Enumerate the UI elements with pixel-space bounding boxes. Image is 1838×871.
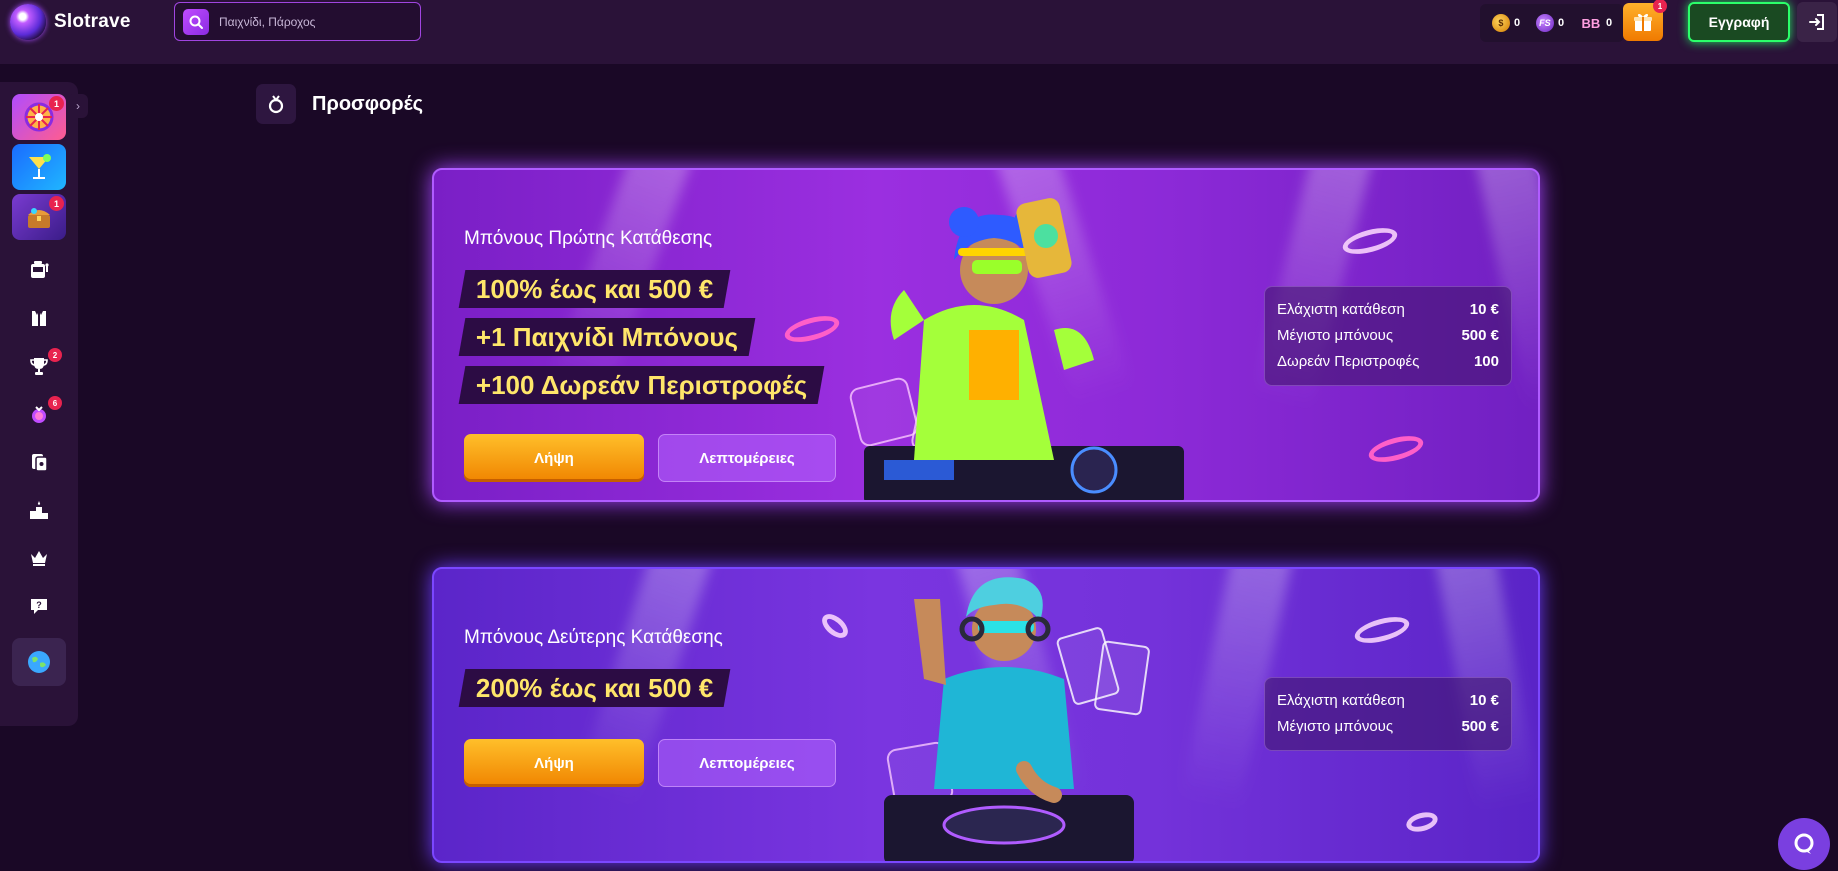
promo-offer-line: +100 Δωρεάν Περιστροφές	[458, 366, 825, 404]
details-button[interactable]: Λεπτομέρειες	[658, 739, 836, 787]
logo-icon	[10, 4, 46, 40]
gift-button[interactable]: 1	[1623, 0, 1667, 41]
bonus-buy-balance[interactable]: BB 0	[1580, 14, 1613, 32]
sidebar-tile-wheel[interactable]: 1	[12, 94, 66, 140]
gift-icon	[1634, 13, 1652, 31]
tournaments-badge: 2	[48, 348, 62, 362]
language-selector[interactable]	[12, 638, 66, 686]
bonuses-badge: 6	[48, 396, 62, 410]
casino-chip-decoration	[1404, 809, 1440, 835]
info-row: Μέγιστο μπόνους 500 €	[1277, 323, 1499, 349]
sidebar-item-support[interactable]: ?	[12, 584, 66, 628]
sidebar-tile-cocktail[interactable]	[12, 144, 66, 190]
sidebar-collapse-button[interactable]: ›	[68, 94, 88, 118]
details-button[interactable]: Λεπτομέρειες	[658, 434, 836, 482]
gold-coin-icon: $	[1491, 14, 1510, 32]
sidebar-item-vip[interactable]	[12, 536, 66, 580]
gold-balance-value: 0	[1513, 17, 1521, 29]
casino-chip-decoration	[782, 311, 842, 347]
bonus-bag-icon	[32, 406, 46, 423]
info-label: Ελάχιστη κατάθεση	[1277, 692, 1405, 709]
promotions-icon	[256, 84, 296, 124]
info-row: Δωρεάν Περιστροφές 100	[1277, 349, 1499, 375]
promo-card-first-deposit: Μπόνους Πρώτης Κατάθεσης 100% έως και 50…	[432, 168, 1540, 502]
promo-info-box: Ελάχιστη κατάθεση 10 € Μέγιστο μπόνους 5…	[1264, 677, 1512, 751]
chest-badge: 1	[49, 196, 64, 211]
sidebar-item-leaderboard[interactable]	[12, 488, 66, 532]
gold-balance[interactable]: $ 0	[1491, 14, 1521, 32]
slot-machine-icon	[31, 261, 49, 278]
crown-icon	[31, 551, 47, 566]
podium-icon	[30, 501, 48, 519]
claim-button[interactable]: Λήψη	[464, 434, 644, 482]
casino-chip-decoration	[1366, 431, 1426, 467]
info-value: 10 €	[1469, 301, 1499, 318]
svg-text:?: ?	[36, 600, 42, 610]
info-value: 500 €	[1461, 327, 1499, 344]
promo-title: Μπόνους Δεύτερης Κατάθεσης	[464, 627, 723, 648]
cards-icon	[32, 454, 48, 472]
support-chat-icon: ?	[31, 599, 47, 614]
info-row: Μέγιστο μπόνους 500 €	[1277, 714, 1499, 740]
promo-offer-line: 100% έως και 500 €	[458, 270, 731, 308]
free-spins-coin-icon: FS	[1535, 14, 1554, 32]
casino-chip-decoration	[817, 609, 853, 643]
wheel-badge: 1	[49, 96, 64, 111]
top-bar: Slotrave $ 0 FS 0 BB 0 1 Εγγραφή	[0, 0, 1838, 64]
info-row: Ελάχιστη κατάθεση 10 €	[1277, 688, 1499, 714]
login-button[interactable]	[1797, 2, 1837, 42]
search-input[interactable]	[219, 14, 409, 29]
info-value: 500 €	[1461, 718, 1499, 735]
search-icon	[183, 8, 209, 35]
dj-girl-illustration	[864, 198, 1184, 500]
logo[interactable]: Slotrave	[10, 4, 131, 40]
login-icon	[1809, 14, 1824, 30]
gift-badge: 1	[1653, 0, 1667, 13]
sidebar-item-live-casino[interactable]	[12, 440, 66, 484]
bonus-buy-icon: BB	[1581, 15, 1601, 31]
card-suits-icon	[32, 311, 46, 326]
dj-man-illustration	[884, 577, 1134, 861]
info-row: Ελάχιστη κατάθεση 10 €	[1277, 297, 1499, 323]
register-button[interactable]: Εγγραφή	[1688, 2, 1790, 42]
sidebar-tile-chest[interactable]: 1	[12, 194, 66, 240]
info-value: 100	[1473, 353, 1499, 370]
sidebar: 1 1 2 6 ?	[0, 82, 78, 726]
promo-info-box: Ελάχιστη κατάθεση 10 € Μέγιστο μπόνους 5…	[1264, 286, 1512, 386]
info-label: Μέγιστο μπόνους	[1277, 718, 1394, 735]
info-label: Ελάχιστη κατάθεση	[1277, 301, 1405, 318]
info-label: Μέγιστο μπόνους	[1277, 327, 1394, 344]
promo-offer-text: +100 Δωρεάν Περιστροφές	[476, 369, 808, 400]
promo-card-second-deposit: Μπόνους Δεύτερης Κατάθεσης 200% έως και …	[432, 567, 1540, 863]
free-spins-balance[interactable]: FS 0	[1535, 14, 1565, 32]
balances-panel[interactable]: $ 0 FS 0 BB 0	[1480, 4, 1624, 42]
brand-name: Slotrave	[54, 11, 131, 32]
casino-chip-decoration	[1352, 612, 1412, 648]
cocktail-icon	[29, 154, 51, 179]
globe-icon	[28, 651, 50, 673]
chat-icon	[1794, 833, 1814, 854]
claim-button[interactable]: Λήψη	[464, 739, 644, 787]
live-chat-button[interactable]	[1778, 818, 1830, 870]
sidebar-item-tournaments[interactable]: 2	[12, 344, 66, 388]
search-bar[interactable]	[174, 2, 421, 41]
sidebar-item-table-games[interactable]	[12, 296, 66, 340]
free-spins-balance-value: 0	[1557, 17, 1565, 29]
page-heading: Προσφορές	[256, 84, 423, 124]
page-title: Προσφορές	[312, 92, 424, 115]
promo-offer-text: 100% έως και 500 €	[476, 273, 714, 304]
sidebar-item-bonuses[interactable]: 6	[12, 392, 66, 436]
promo-offer-text: +1 Παιχνίδι Μπόνους	[476, 321, 739, 352]
bonus-buy-balance-value: 0	[1605, 17, 1613, 29]
promo-offer-text: 200% έως και 500 €	[476, 672, 714, 703]
info-value: 10 €	[1469, 692, 1499, 709]
promo-offer-line: +1 Παιχνίδι Μπόνους	[458, 318, 756, 356]
info-label: Δωρεάν Περιστροφές	[1277, 353, 1420, 370]
sidebar-item-slots[interactable]	[12, 248, 66, 292]
trophy-icon	[30, 358, 48, 375]
promo-title: Μπόνους Πρώτης Κατάθεσης	[464, 228, 713, 249]
promo-offer-line: 200% έως και 500 €	[458, 669, 731, 707]
